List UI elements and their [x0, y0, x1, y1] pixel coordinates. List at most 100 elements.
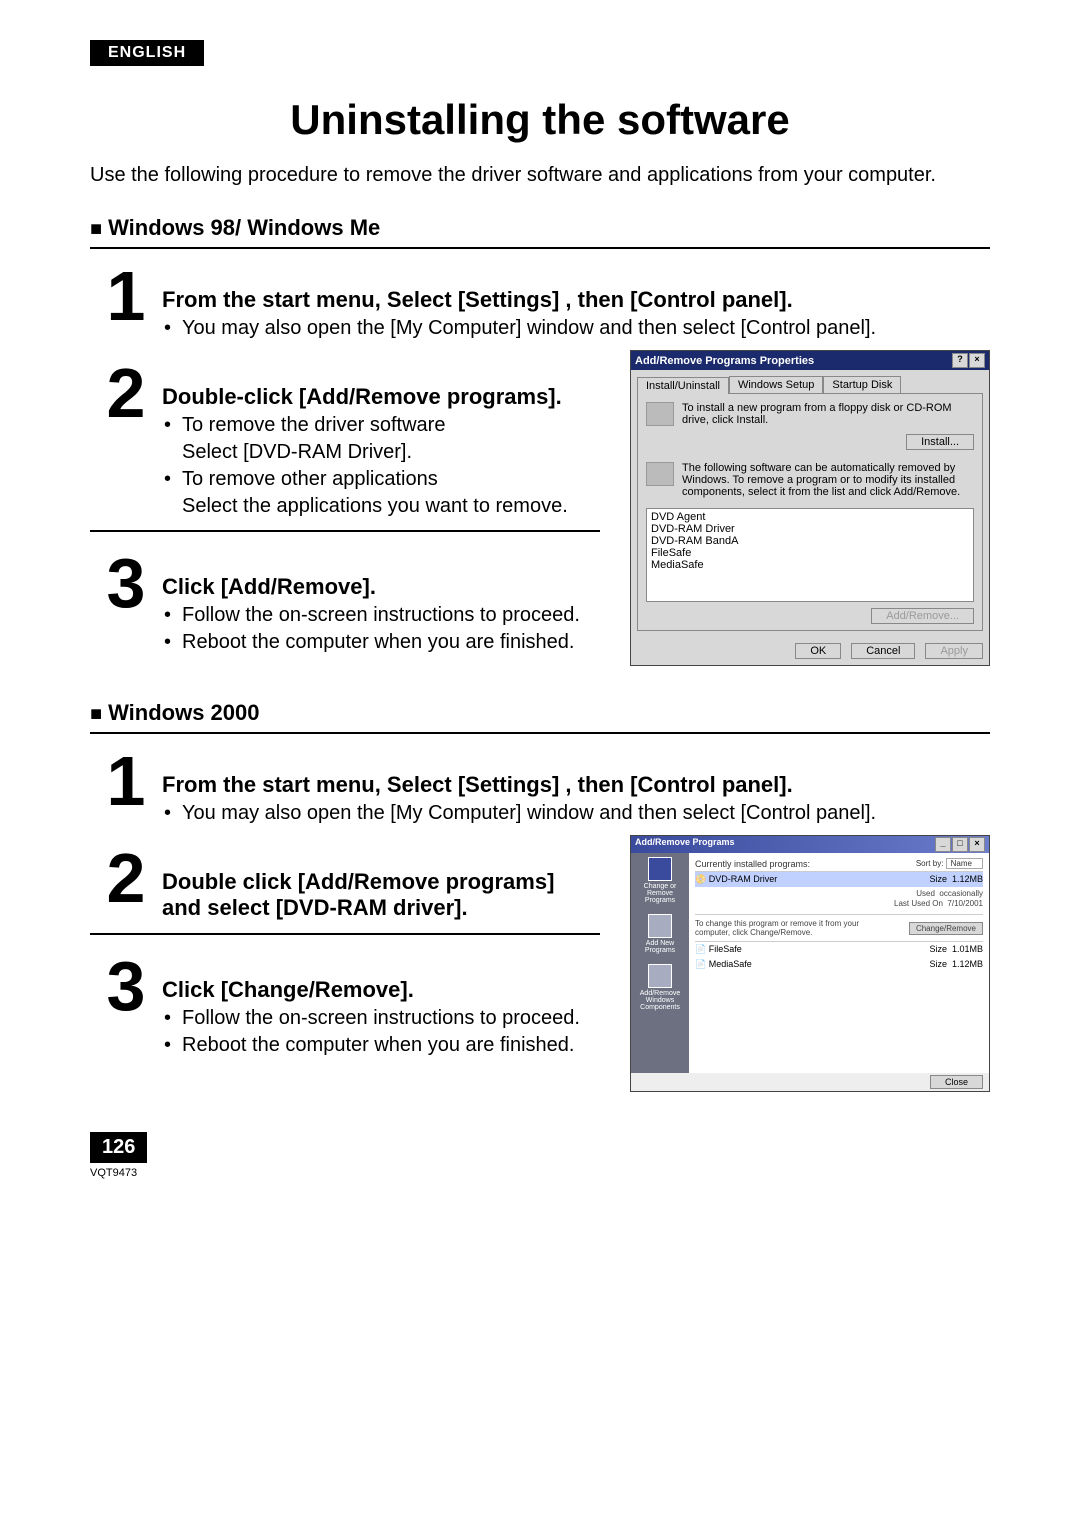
last-used-value: 7/10/2001 [947, 899, 983, 908]
step-number: 3 [90, 548, 162, 618]
page-footer: 126 VQT9473 [90, 1132, 990, 1179]
divider [90, 732, 990, 734]
section-heading-win2000: ■ Windows 2000 [90, 700, 990, 726]
square-marker-icon: ■ [90, 218, 102, 240]
sidebar-item-windows-components[interactable]: Add/Remove Windows Components [633, 964, 687, 1011]
install-description: To install a new program from a floppy d… [682, 402, 974, 426]
apply-button[interactable]: Apply [925, 643, 983, 659]
step-body: Double click [Add/Remove programs] and s… [162, 843, 600, 921]
remove-description: The following software can be automatica… [682, 462, 974, 498]
sidebar-item-add-new[interactable]: Add New Programs [633, 914, 687, 954]
step-1-win2000: 1 From the start menu, Select [Settings]… [90, 746, 990, 829]
dialog-title: Add/Remove Programs Properties [635, 355, 814, 367]
step-title-line2: and select [DVD-RAM driver]. [162, 895, 600, 921]
list-item[interactable]: DVD Agent [651, 511, 969, 523]
add-new-icon [648, 914, 672, 938]
tab-install-uninstall[interactable]: Install/Uninstall [637, 377, 729, 394]
step-number: 2 [90, 843, 162, 913]
used-label: Used [916, 889, 935, 898]
step-number: 1 [90, 261, 162, 331]
step-2-win98: 2 Double-click [Add/Remove programs]. To… [90, 358, 600, 518]
bullet-text: To remove other applications [162, 468, 600, 491]
program-row[interactable]: 📄 FileSafe Size 1.01MB [695, 942, 983, 957]
ok-button[interactable]: OK [795, 643, 841, 659]
program-row-selected[interactable]: 📀 DVD-RAM Driver Size 1.12MB [695, 872, 983, 887]
two-column-row: 2 Double-click [Add/Remove programs]. To… [90, 350, 990, 666]
help-icon[interactable]: ? [952, 353, 968, 368]
minimize-icon[interactable]: _ [935, 837, 951, 852]
step-1-win98: 1 From the start menu, Select [Settings]… [90, 261, 990, 344]
remove-icon [646, 462, 674, 486]
bullet-text: You may also open the [My Computer] wind… [162, 802, 990, 825]
tab-windows-setup[interactable]: Windows Setup [729, 376, 823, 393]
cancel-button[interactable]: Cancel [851, 643, 915, 659]
step-body: From the start menu, Select [Settings] ,… [162, 261, 990, 344]
step-title: Double-click [Add/Remove programs]. [162, 384, 600, 410]
bullet-text: Follow the on-screen instructions to pro… [162, 1007, 600, 1030]
dialog-button-row: OK Cancel Apply [631, 637, 989, 665]
sidebar-item-change-remove[interactable]: Change or Remove Programs [633, 857, 687, 904]
divider [90, 247, 990, 249]
step-2-win2000: 2 Double click [Add/Remove programs] and… [90, 843, 600, 921]
step-number: 2 [90, 358, 162, 428]
close-button[interactable]: Close [930, 1075, 983, 1089]
tab-startup-disk[interactable]: Startup Disk [823, 376, 901, 393]
bullet-text: To remove the driver software [162, 414, 600, 437]
section-heading-win98: ■Windows 98/ Windows Me [90, 215, 990, 241]
bullet-text: Follow the on-screen instructions to pro… [162, 604, 600, 627]
manual-page: ENGLISH Uninstalling the software Use th… [0, 0, 1080, 1526]
size-value: 1.12MB [952, 874, 983, 884]
add-remove-programs-dialog-win98: Add/Remove Programs Properties ? × Insta… [630, 350, 990, 666]
section-heading-text: Windows 2000 [108, 700, 259, 725]
dialog-panel: To install a new program from a floppy d… [637, 393, 983, 631]
sidebar-item-label: Add/Remove Windows Components [633, 990, 687, 1011]
two-column-row: 2 Double click [Add/Remove programs] and… [90, 835, 990, 1092]
step-3-win98: 3 Click [Add/Remove]. Follow the on-scre… [90, 548, 600, 658]
list-item[interactable]: DVD-RAM BandA [651, 535, 969, 547]
maximize-icon[interactable]: □ [952, 837, 968, 852]
install-icon [646, 402, 674, 426]
sort-by-label: Sort by: [916, 859, 944, 868]
dialog-title: Add/Remove Programs [635, 837, 735, 852]
change-remove-description: To change this program or remove it from… [695, 919, 865, 937]
bullet-text: Reboot the computer when you are finishe… [162, 1034, 600, 1057]
language-tab: ENGLISH [90, 40, 204, 66]
dialog-titlebar: Add/Remove Programs Properties ? × [631, 351, 989, 370]
close-icon[interactable]: × [969, 837, 985, 852]
installed-programs-label: Currently installed programs: [695, 859, 810, 869]
square-marker-icon: ■ [90, 703, 102, 725]
document-code: VQT9473 [90, 1167, 990, 1179]
close-icon[interactable]: × [969, 353, 985, 368]
step-title: From the start menu, Select [Settings] ,… [162, 287, 990, 313]
program-row[interactable]: 📄 MediaSafe Size 1.12MB [695, 957, 983, 972]
dialog-body: Change or Remove Programs Add New Progra… [631, 853, 989, 1073]
sub-text: Select [DVD-RAM Driver]. [182, 441, 600, 464]
size-value: 1.12MB [952, 959, 983, 969]
dialog-titlebar: Add/Remove Programs _ □ × [631, 836, 989, 853]
components-icon [648, 964, 672, 988]
bullet-text: You may also open the [My Computer] wind… [162, 317, 990, 340]
add-remove-button[interactable]: Add/Remove... [871, 608, 974, 624]
left-column: 2 Double-click [Add/Remove programs]. To… [90, 350, 600, 664]
change-remove-button[interactable]: Change/Remove [909, 922, 983, 935]
install-button[interactable]: Install... [906, 434, 974, 450]
sidebar-item-label: Change or Remove Programs [633, 883, 687, 904]
program-list[interactable]: DVD Agent DVD-RAM Driver DVD-RAM BandA F… [646, 508, 974, 602]
step-body: From the start menu, Select [Settings] ,… [162, 746, 990, 829]
change-remove-icon [648, 857, 672, 881]
size-label: Size [929, 944, 947, 954]
left-column: 2 Double click [Add/Remove programs] and… [90, 835, 600, 1067]
step-body: Double-click [Add/Remove programs]. To r… [162, 358, 600, 518]
last-used-label: Last Used On [894, 899, 943, 908]
page-title: Uninstalling the software [90, 96, 990, 144]
list-item[interactable]: DVD-RAM Driver [651, 523, 969, 535]
step-title: Click [Add/Remove]. [162, 574, 600, 600]
list-item[interactable]: FileSafe [651, 547, 969, 559]
program-name: FileSafe [709, 944, 742, 954]
step-title: Double click [Add/Remove programs] [162, 869, 600, 895]
program-name: MediaSafe [709, 959, 752, 969]
step-body: Click [Change/Remove]. Follow the on-scr… [162, 951, 600, 1061]
list-item[interactable]: MediaSafe [651, 559, 969, 571]
sort-by-select[interactable]: Name [946, 858, 983, 869]
right-column: Add/Remove Programs Properties ? × Insta… [630, 350, 990, 666]
